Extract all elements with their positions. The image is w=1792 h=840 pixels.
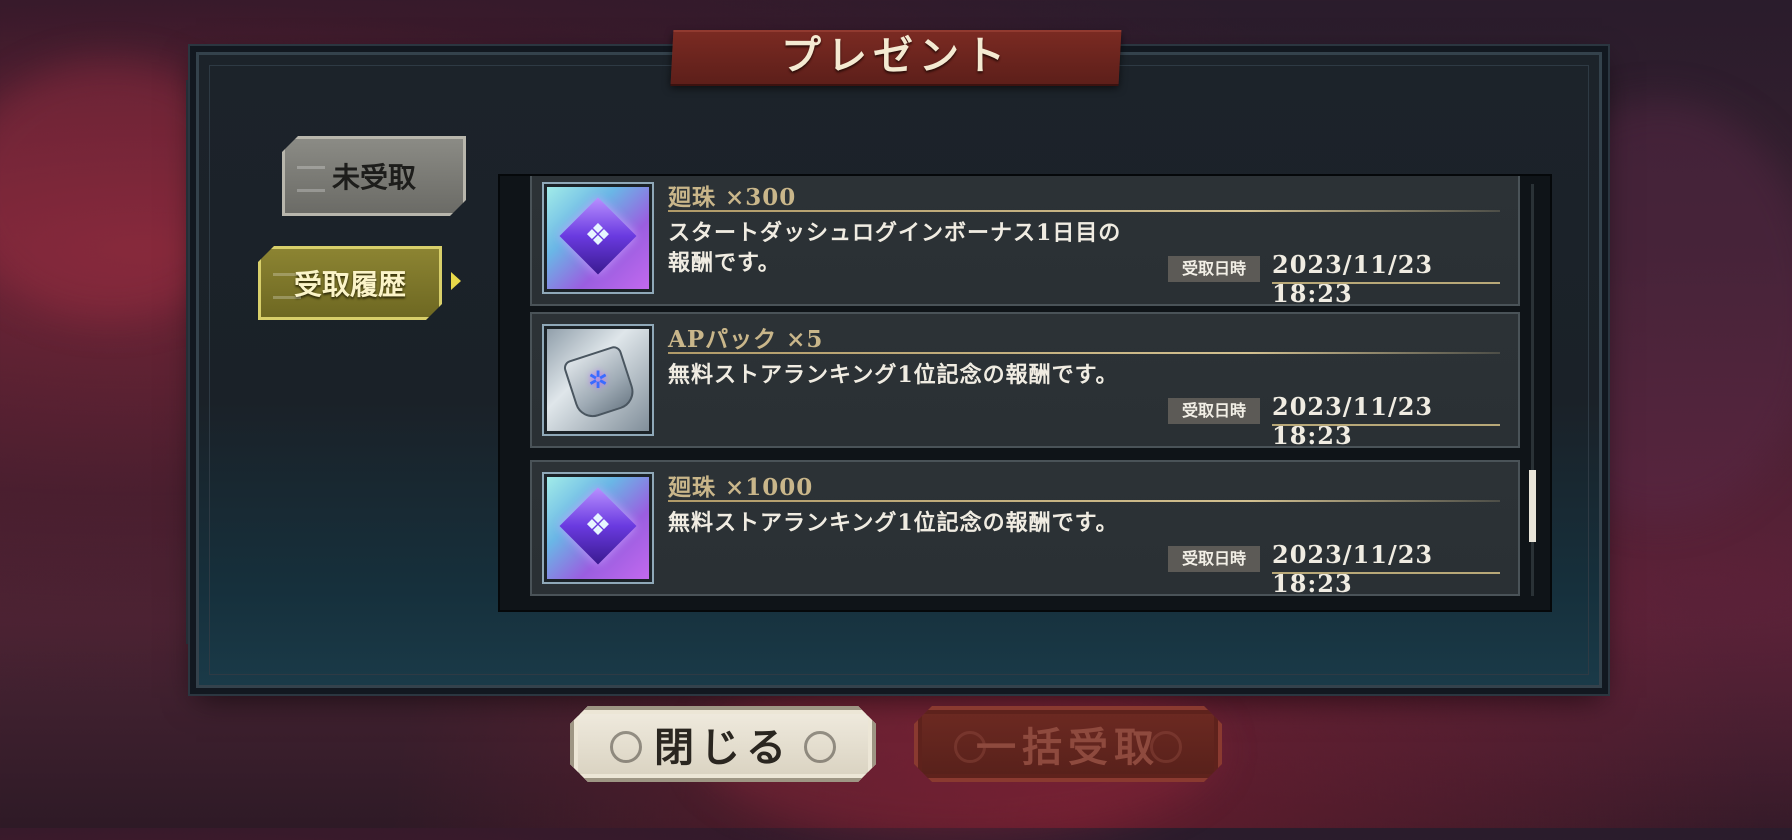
close-button-label: 閉じる <box>654 724 792 771</box>
item-title: APパック ×5 <box>668 326 824 353</box>
item-description: 無料ストアランキング1位記念の報酬です。 <box>668 360 1188 390</box>
scrollbar-thumb[interactable] <box>1529 470 1536 542</box>
orb-cube-icon: ❖ <box>542 182 654 294</box>
received-date-label: 受取日時 <box>1168 398 1260 424</box>
divider <box>668 500 1500 502</box>
divider <box>668 352 1500 354</box>
bulk-receive-button[interactable]: 一括受取 <box>914 706 1222 782</box>
bulk-receive-button-label: 一括受取 <box>976 724 1160 771</box>
received-date-label: 受取日時 <box>1168 546 1260 572</box>
tab-unreceived[interactable]: 未受取 <box>282 136 466 216</box>
received-date: 2023/11/23 18:23 <box>1272 392 1434 450</box>
received-date: 2023/11/23 18:23 <box>1272 540 1434 598</box>
item-description-line: 無料ストアランキング1位記念の報酬です。 <box>668 510 1119 536</box>
list-item: ❖ 廻珠 ×1000 無料ストアランキング1位記念の報酬です。 受取日時 202… <box>530 460 1520 598</box>
ornament-icon <box>804 731 836 763</box>
tab-ornament-icon <box>273 273 301 299</box>
tab-label: 受取履歴 <box>293 268 406 301</box>
tab-received-history[interactable]: 受取履歴 <box>258 246 442 320</box>
ornament-icon <box>610 731 642 763</box>
tab-label: 未受取 <box>331 161 416 194</box>
ornament-icon <box>1150 731 1182 763</box>
list-item: ✲ APパック ×5 無料ストアランキング1位記念の報酬です。 受取日時 202… <box>530 312 1520 450</box>
received-date: 2023/11/23 18:23 <box>1272 250 1434 308</box>
divider <box>1272 424 1500 426</box>
item-title: 廻珠 ×300 <box>668 184 797 211</box>
item-description-line: 報酬です。 <box>668 250 781 276</box>
ap-symbol-icon: ✲ <box>587 366 609 394</box>
dialog-title: プレゼント <box>781 32 1011 79</box>
dragon-emblem-icon: ❖ <box>584 508 612 543</box>
divider <box>668 210 1500 212</box>
ornament-icon <box>954 731 986 763</box>
orb-cube-icon: ❖ <box>542 472 654 584</box>
close-button[interactable]: 閉じる <box>570 706 876 782</box>
item-description-line: 無料ストアランキング1位記念の報酬です。 <box>668 362 1119 388</box>
item-title: 廻珠 ×1000 <box>668 474 814 501</box>
tab-ornament-icon <box>297 166 325 192</box>
list-item: ❖ 廻珠 ×300 スタートダッシュログインボーナス1日目の 報酬です。 受取日… <box>530 176 1520 308</box>
item-description: スタートダッシュログインボーナス1日目の 報酬です。 <box>668 218 1188 278</box>
dragon-emblem-icon: ❖ <box>584 218 612 253</box>
ap-pack-icon: ✲ <box>542 324 654 436</box>
item-description-line: スタートダッシュログインボーナス1日目の <box>668 220 1122 246</box>
divider <box>1272 282 1500 284</box>
item-description: 無料ストアランキング1位記念の報酬です。 <box>668 508 1188 538</box>
divider <box>1272 572 1500 574</box>
active-tab-arrow-icon <box>451 272 461 290</box>
received-date-label: 受取日時 <box>1168 256 1260 282</box>
present-history-list[interactable]: ❖ 廻珠 ×300 スタートダッシュログインボーナス1日目の 報酬です。 受取日… <box>498 174 1552 612</box>
